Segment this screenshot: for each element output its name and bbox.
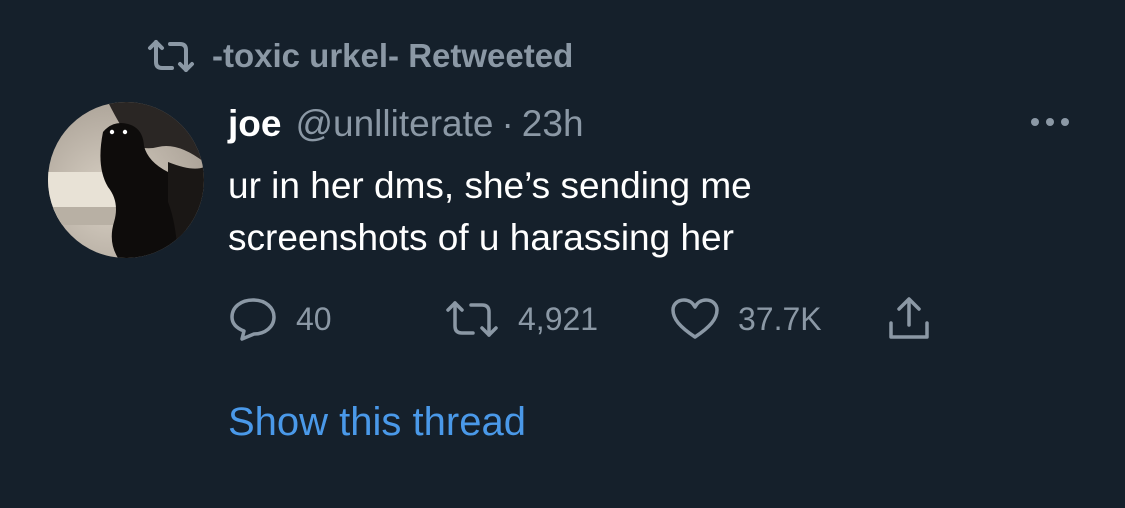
retweet-context[interactable]: -toxic urkel- Retweeted: [146, 36, 573, 76]
like-count: 37.7K: [738, 300, 822, 337]
share-icon: [884, 295, 934, 343]
author-handle[interactable]: @unlliterate: [295, 103, 493, 145]
author-name[interactable]: joe: [228, 103, 281, 145]
tweet-header: joe @unlliterate · 23h: [228, 99, 584, 149]
tweet-text-line: ur in her dms, she’s sending me: [228, 165, 752, 206]
like-button[interactable]: 37.7K: [670, 294, 822, 344]
timestamp[interactable]: 23h: [522, 103, 584, 145]
retweet-count: 4,921: [518, 300, 599, 337]
avatar[interactable]: [48, 102, 204, 258]
reply-button[interactable]: 40: [228, 294, 332, 344]
retweet-icon: [444, 298, 500, 340]
tweet-text-line: screenshots of u harassing her: [228, 217, 734, 258]
reply-count: 40: [296, 300, 332, 337]
heart-icon: [670, 297, 720, 341]
retweet-button[interactable]: 4,921: [444, 294, 598, 344]
share-button[interactable]: [884, 294, 934, 344]
tweet-actions: 40 4,921 37.7K: [228, 294, 988, 344]
retweeted-by-label: -toxic urkel- Retweeted: [212, 37, 574, 74]
separator-dot: ·: [501, 103, 514, 144]
tweet-text: ur in her dms, she’s sending me screensh…: [228, 160, 1048, 264]
show-thread-link[interactable]: Show this thread: [228, 400, 526, 445]
retweet-icon: [146, 36, 196, 76]
more-horizontal-icon[interactable]: [1026, 110, 1074, 134]
reply-icon: [228, 296, 278, 342]
